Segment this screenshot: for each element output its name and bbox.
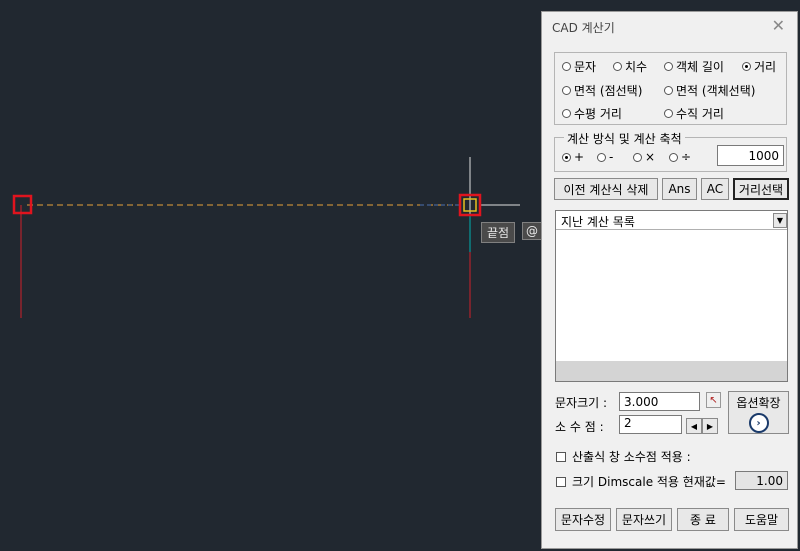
current-value-field: 1.00 — [735, 471, 788, 490]
radio-dimension[interactable]: 치수 — [613, 58, 647, 75]
radio-area-point[interactable]: 면적 (점선택) — [562, 82, 642, 99]
edit-text-button[interactable]: 문자수정 — [555, 508, 611, 531]
radio-label: 치수 — [625, 60, 648, 74]
arrow-right-circle-icon: › — [748, 413, 769, 433]
radio-label: 거리 — [754, 60, 777, 74]
history-divider — [556, 229, 787, 230]
option-expand-button[interactable]: 옵션확장 › — [728, 391, 789, 434]
decimal-label: 소 수 점 : — [555, 420, 604, 434]
radio-distance[interactable]: 거리 — [742, 58, 776, 75]
close-icon[interactable]: ✕ — [772, 16, 785, 35]
distance-select-button[interactable]: 거리선택 — [733, 178, 789, 200]
decimal-input[interactable]: 2 — [619, 415, 682, 434]
exit-button[interactable]: 종 료 — [677, 508, 729, 531]
history-list[interactable] — [555, 210, 788, 382]
radio-icon — [742, 62, 751, 71]
radio-vertical-distance[interactable]: 수직 거리 — [664, 105, 724, 122]
decimal-apply-checkbox[interactable]: 산출식 창 소수점 적용 : — [556, 448, 691, 465]
radio-label: ÷ — [681, 150, 692, 164]
pick-text-size-icon[interactable]: ↖ — [706, 392, 721, 408]
radio-label: - — [609, 150, 614, 164]
radio-icon — [562, 152, 571, 162]
radio-label: + — [574, 150, 585, 164]
cad-calculator-dialog: CAD 계산기 ✕ 문자 치수 객체 길이 거리 면적 (점선택) 면적 (객체… — [541, 11, 798, 549]
ans-button[interactable]: Ans — [662, 178, 697, 200]
radio-label: 면적 (점선택) — [574, 84, 643, 98]
radio-icon — [562, 86, 571, 95]
radio-label: 객체 길이 — [676, 60, 724, 74]
text-size-input[interactable]: 3.000 — [619, 392, 700, 411]
radio-icon — [613, 62, 622, 71]
write-text-button[interactable]: 문자쓰기 — [616, 508, 672, 531]
radio-label: 수평 거리 — [574, 107, 622, 121]
help-button[interactable]: 도움말 — [734, 508, 789, 531]
radio-label: 면적 (객체선택) — [676, 84, 756, 98]
radio-label: 수직 거리 — [676, 107, 724, 121]
radio-op-plus[interactable]: + — [562, 150, 584, 164]
radio-icon — [562, 62, 571, 71]
snap-tooltip: 끝점 — [481, 222, 516, 243]
radio-area-object[interactable]: 면적 (객체선택) — [664, 82, 755, 99]
history-footer-bar — [556, 361, 787, 381]
checkbox-label: 크기 Dimscale 적용 현재값= — [572, 475, 726, 489]
radio-object-length[interactable]: 객체 길이 — [664, 58, 724, 75]
option-expand-label: 옵션확장 — [736, 396, 781, 410]
radio-label: 문자 — [574, 60, 597, 74]
scale-input[interactable]: 1000 — [717, 145, 784, 166]
decimal-decrease-icon[interactable]: ◀ — [686, 418, 702, 434]
history-dropdown-icon[interactable]: ▼ — [773, 213, 787, 228]
radio-op-multiply[interactable]: × — [633, 150, 655, 164]
checkbox-label: 산출식 창 소수점 적용 : — [572, 450, 691, 464]
radio-icon — [664, 109, 673, 118]
radio-op-minus[interactable]: - — [597, 150, 613, 164]
radio-icon — [597, 152, 606, 162]
dimscale-apply-checkbox[interactable]: 크기 Dimscale 적용 현재값= — [556, 473, 726, 490]
ac-button[interactable]: AC — [701, 178, 729, 200]
history-header: 지난 계산 목록 — [561, 215, 635, 229]
snap-tooltip-2: @ — [522, 222, 542, 240]
decimal-increase-icon[interactable]: ▶ — [702, 418, 718, 434]
delete-prev-button[interactable]: 이전 계산식 삭제 — [554, 178, 658, 200]
radio-text[interactable]: 문자 — [562, 58, 596, 75]
checkbox-icon — [556, 451, 566, 462]
radio-horizontal-distance[interactable]: 수평 거리 — [562, 105, 622, 122]
dialog-title: CAD 계산기 — [552, 21, 615, 35]
radio-icon — [633, 152, 642, 162]
radio-label: × — [645, 150, 656, 164]
radio-icon — [664, 62, 673, 71]
radio-icon — [664, 86, 673, 95]
checkbox-icon — [556, 476, 566, 487]
radio-icon — [562, 109, 571, 118]
radio-op-divide[interactable]: ÷ — [669, 150, 691, 164]
calc-group-title: 계산 방식 및 계산 축척 — [564, 130, 685, 147]
text-size-label: 문자크기 : — [555, 396, 608, 410]
radio-icon — [669, 152, 678, 162]
